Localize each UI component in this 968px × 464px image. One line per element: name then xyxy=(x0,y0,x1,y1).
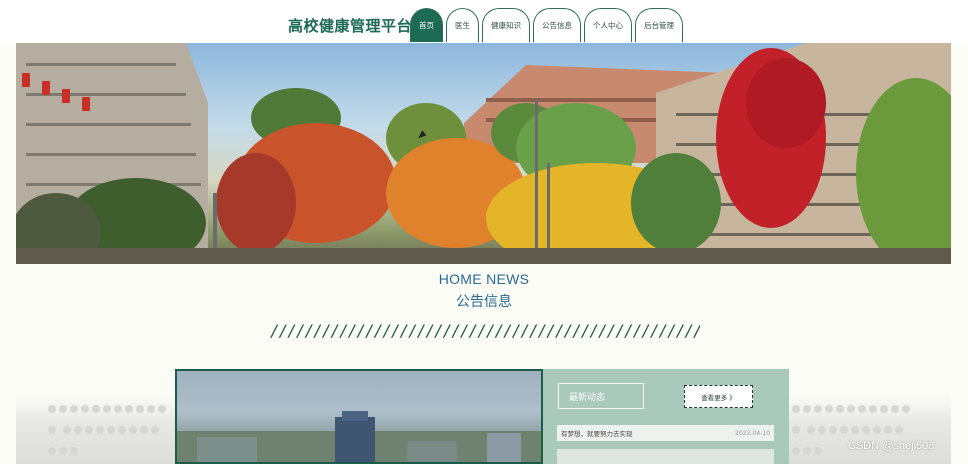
nav-tab-doctors[interactable]: 医生 xyxy=(446,8,479,42)
site-title: 高校健康管理平台 xyxy=(288,17,413,35)
news-item-date: 2022-04-10 xyxy=(735,429,770,437)
view-more-button[interactable]: 查看更多 》 xyxy=(684,385,753,408)
decorative-divider: ////////////////////////////////////////… xyxy=(270,321,700,339)
main-nav: 首页 医生 健康知识 公告信息 个人中心 后台管理 xyxy=(410,8,683,44)
latest-news-label: 最新动态 xyxy=(558,383,644,409)
news-list-item[interactable]: 有梦想，就要努力去实现 2022-04-10 xyxy=(557,425,774,441)
city-skyline-illustration xyxy=(177,411,541,462)
news-item-title: 有梦想，就要努力去实现 xyxy=(561,430,633,438)
news-feature-image[interactable] xyxy=(175,369,543,464)
watermark-text: CSDN @sheji508 xyxy=(848,440,935,452)
campus-autumn-illustration xyxy=(16,43,951,264)
nav-tab-announcements[interactable]: 公告信息 xyxy=(533,8,581,42)
nav-tab-personal-center[interactable]: 个人中心 xyxy=(584,8,632,42)
nav-tab-health-knowledge[interactable]: 健康知识 xyxy=(482,8,530,42)
decorative-dots-left xyxy=(48,405,172,455)
section-heading-cn: 公告信息 xyxy=(456,294,512,310)
nav-tab-admin[interactable]: 后台管理 xyxy=(635,8,683,42)
header: 高校健康管理平台 首页 医生 健康知识 公告信息 个人中心 后台管理 xyxy=(0,0,968,44)
section-heading-en: HOME NEWS xyxy=(438,271,530,287)
latest-news-panel: 最新动态 查看更多 》 有梦想，就要努力去实现 2022-04-10 xyxy=(543,369,789,464)
decorative-dots-right xyxy=(792,405,916,455)
news-list-item-partial[interactable] xyxy=(557,449,774,464)
nav-tab-home[interactable]: 首页 xyxy=(410,8,443,42)
hero-banner-image xyxy=(16,43,951,264)
